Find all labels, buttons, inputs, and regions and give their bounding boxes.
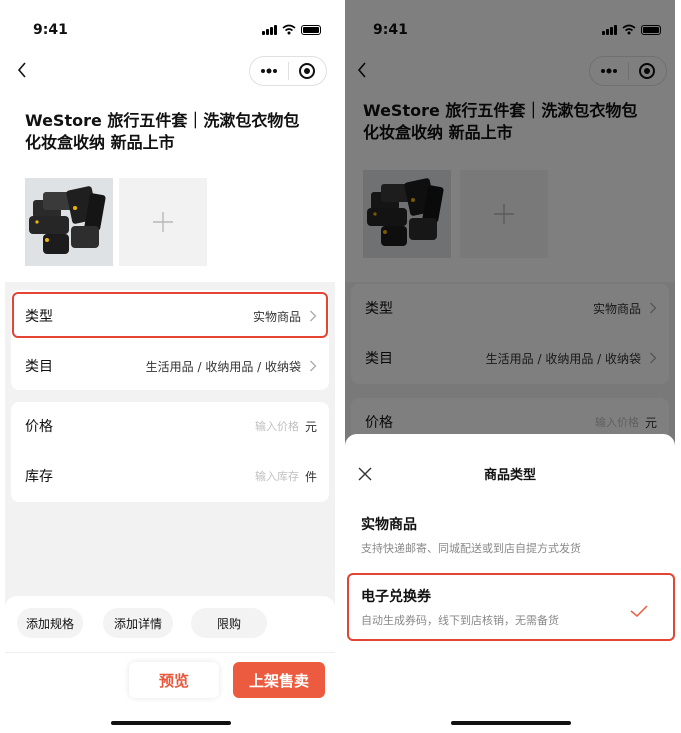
option-description: 支持快递邮寄、同城配送或到店自提方式发货 [361,542,581,555]
plus-icon [153,212,173,232]
phone-screen-type-picker: 9:41 WeStore 旅行五件套｜洗漱包衣物包化妆盒收纳 新品上市 [345,0,675,733]
status-icons [262,24,321,35]
phone-screen-product-form: 9:41 WeStore 旅行五件套｜洗漱包衣物包化妆盒收纳 新品上市 类型 实… [5,0,335,733]
stock-unit: 件 [304,469,317,484]
option-title: 实物商品 [361,517,417,533]
bar-divider [5,652,335,653]
option-description: 自动生成券码，线下到店核销，无需备货 [361,614,559,627]
product-image-illustration [25,178,113,266]
category-label: 类目 [25,359,53,375]
bottom-action-bar: 添加规格 添加详情 限购 预览 上架售卖 [5,596,335,733]
product-title: WeStore 旅行五件套｜洗漱包衣物包化妆盒收纳 新品上市 [25,111,300,152]
stock-label: 库存 [25,469,53,485]
target-icon [299,63,316,79]
stock-input[interactable]: 输入库存 [255,468,299,484]
price-row[interactable]: 价格 输入价格 元 [11,402,329,450]
battery-icon [301,24,321,35]
product-image[interactable] [25,178,113,266]
stock-row[interactable]: 库存 输入库存 件 [11,452,329,500]
purchase-limit-chip[interactable]: 限购 [191,608,267,638]
mini-program-capsule [249,56,327,86]
add-spec-chip[interactable]: 添加规格 [17,608,83,638]
publish-button[interactable]: 上架售卖 [233,662,325,698]
home-indicator [111,721,231,725]
sheet-title: 商品类型 [483,468,536,483]
check-icon [630,605,648,618]
price-label: 价格 [25,419,53,435]
price-input[interactable]: 输入价格 [255,418,299,434]
back-icon [17,62,26,78]
close-mini-program-button[interactable] [289,57,327,85]
home-indicator [451,721,571,725]
add-detail-chip[interactable]: 添加详情 [103,608,173,638]
chevron-right-icon [309,360,317,372]
status-time: 9:41 [33,22,68,38]
back-button[interactable] [17,58,37,82]
category-row[interactable]: 类目 生活用品 / 收纳用品 / 收纳袋 [11,342,329,390]
wifi-icon [282,24,296,35]
product-type-sheet: 商品类型 实物商品 支持快递邮寄、同城配送或到店自提方式发货 电子兑换券 自动生… [345,434,675,733]
type-row-highlight [12,292,328,338]
more-button[interactable] [250,57,288,85]
category-value: 生活用品 / 收纳用品 / 收纳袋 [145,359,301,374]
add-image-button[interactable] [119,178,207,266]
option-physical-goods[interactable]: 实物商品 支持快递邮寄、同城配送或到店自提方式发货 [361,514,661,556]
preview-button[interactable]: 预览 [129,662,219,698]
option-e-voucher[interactable]: 电子兑换券 自动生成券码，线下到店核销，无需备货 [361,586,661,628]
price-stock-card: 价格 输入价格 元 库存 输入库存 件 [11,402,329,502]
option-title: 电子兑换券 [361,589,431,605]
more-icon [260,68,277,74]
price-unit: 元 [304,419,317,434]
signal-icon [262,24,277,35]
